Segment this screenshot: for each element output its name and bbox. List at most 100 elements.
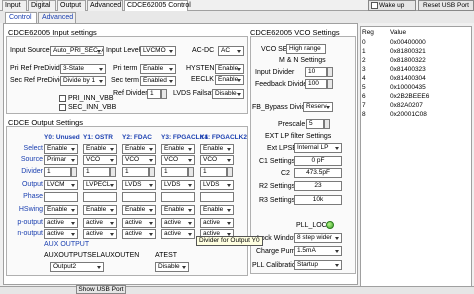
- lock-window-select[interactable]: 8 step wider: [294, 233, 342, 243]
- output-output-control[interactable]: LVDS: [161, 180, 195, 190]
- output-row-label: Divider: [21, 168, 43, 175]
- ref-divider-field[interactable]: 1: [147, 89, 161, 99]
- reset-usb-port-button[interactable]: Reset USB Port: [418, 0, 474, 11]
- output-p-output-control[interactable]: active: [200, 218, 234, 228]
- output-divider-control[interactable]: 1: [161, 167, 188, 177]
- output-hswing-control[interactable]: Enable: [161, 205, 195, 215]
- output-divider-control[interactable]: 1: [200, 167, 227, 177]
- pri-inn-vbb-checkbox[interactable]: [59, 95, 66, 102]
- output-p-output-control[interactable]: active: [122, 218, 156, 228]
- output-phase-control[interactable]: [83, 192, 117, 202]
- tab-input[interactable]: Input: [2, 0, 27, 11]
- r2-settings-field[interactable]: 23: [294, 181, 342, 191]
- output-divider-spinner[interactable]: [110, 167, 116, 177]
- output-p-output-control[interactable]: active: [83, 218, 117, 228]
- register-row[interactable]: 3 0x81400323: [362, 65, 434, 74]
- output-source-control[interactable]: VCO: [161, 155, 195, 165]
- register-row[interactable]: 7 0x82A0207: [362, 101, 434, 110]
- output-output-control[interactable]: LVPECL: [83, 180, 117, 190]
- c1-settings-field[interactable]: 0 pF: [294, 156, 342, 166]
- feedback-divider-spinner[interactable]: [327, 79, 333, 89]
- pri-term-select[interactable]: Enable: [140, 64, 176, 74]
- output-hswing-control[interactable]: Enable: [200, 205, 234, 215]
- output-p-output-control[interactable]: active: [44, 218, 78, 228]
- vco-sel-field[interactable]: High range: [286, 44, 326, 54]
- input-source-select[interactable]: Auto_PRI_SEC_AU: [50, 46, 104, 56]
- input-level-select[interactable]: LVCMO: [140, 46, 176, 56]
- output-hswing-control[interactable]: Enable: [83, 205, 117, 215]
- charge-pump-label: Charge Pump: [256, 248, 300, 255]
- acdc-select[interactable]: AC: [218, 46, 244, 56]
- output-phase-control[interactable]: [200, 192, 234, 202]
- output-select-control[interactable]: Enable: [200, 144, 234, 154]
- register-row[interactable]: 1 0x81800321: [362, 47, 434, 56]
- charge-pump-select[interactable]: 1.5mA: [294, 246, 342, 256]
- r3-settings-field[interactable]: 10k: [294, 195, 342, 205]
- register-row[interactable]: 8 0x20001C08: [362, 110, 434, 119]
- output-output-control[interactable]: LVDS: [200, 180, 234, 190]
- output-divider-spinner[interactable]: [188, 167, 194, 177]
- output-hswing-control[interactable]: Enable: [122, 205, 156, 215]
- output-output-control[interactable]: LVDS: [122, 180, 156, 190]
- output-n-output-control[interactable]: active: [83, 229, 117, 239]
- output-divider-spinner[interactable]: [71, 167, 77, 177]
- output-output-control[interactable]: LVCM: [44, 180, 78, 190]
- atest-select[interactable]: Disable: [155, 262, 189, 272]
- output-divider-spinner[interactable]: [149, 167, 155, 177]
- output-source-control[interactable]: VCO: [200, 155, 234, 165]
- output-n-output-control[interactable]: active: [122, 229, 156, 239]
- register-row[interactable]: 6 0x2B2BEEE6: [362, 92, 434, 101]
- sec-term-select[interactable]: Enabled: [140, 76, 176, 86]
- output-hswing-control[interactable]: Enable: [44, 205, 78, 215]
- register-row[interactable]: 2 0x81800322: [362, 56, 434, 65]
- lvds-failsafe-select[interactable]: Disable: [212, 89, 244, 99]
- wake-up-checkbox[interactable]: [371, 2, 378, 9]
- output-select-control[interactable]: Enable: [44, 144, 78, 154]
- fb-bypass-divider-select[interactable]: Reserv: [303, 102, 333, 112]
- tab-advanced[interactable]: Advanced: [87, 0, 123, 11]
- tab-cdce62005-control[interactable]: CDCE62005 Control: [124, 0, 191, 11]
- subtab-advanced[interactable]: Advanced: [38, 12, 76, 23]
- output-source-control[interactable]: VCO: [83, 155, 117, 165]
- eeclk-select[interactable]: Enable: [215, 75, 244, 85]
- sec-inn-vbb-checkbox[interactable]: [59, 104, 66, 111]
- output-divider-spinner[interactable]: [227, 167, 233, 177]
- feedback-divider-field[interactable]: 100: [305, 79, 327, 89]
- sec-ref-prediv-select[interactable]: Divide by 1: [60, 76, 106, 86]
- output-n-output-control[interactable]: active: [44, 229, 78, 239]
- output-n-output-control[interactable]: active: [161, 229, 195, 239]
- register-row[interactable]: 0 0x00400000: [362, 38, 434, 47]
- show-usb-port-button[interactable]: Show USB Port: [76, 285, 126, 294]
- ext-lpsel-select[interactable]: Internal LP: [294, 143, 342, 153]
- register-row[interactable]: 4 0x81400304: [362, 74, 434, 83]
- wake-up-button[interactable]: Wake up: [368, 0, 416, 11]
- tab-output[interactable]: Output: [57, 0, 86, 11]
- output-source-control[interactable]: Primar: [44, 155, 78, 165]
- tab-digital[interactable]: Digital: [28, 0, 56, 11]
- hysten-select[interactable]: Enable: [215, 64, 244, 74]
- output-select-control[interactable]: Enable: [122, 144, 156, 154]
- output-divider-control[interactable]: 1: [83, 167, 110, 177]
- output-phase-control[interactable]: [122, 192, 156, 202]
- subtab-control[interactable]: Control: [5, 12, 37, 23]
- c2-field[interactable]: 473.5pF: [294, 168, 342, 178]
- output-select-control[interactable]: Enable: [161, 144, 195, 154]
- output-p-output-control[interactable]: active: [161, 218, 195, 228]
- ref-divider-spinner[interactable]: [161, 89, 167, 99]
- output-divider-control[interactable]: 1: [44, 167, 71, 177]
- output-phase-control[interactable]: [44, 192, 78, 202]
- register-index: 4: [362, 75, 366, 82]
- prescale-field[interactable]: 5: [306, 119, 324, 129]
- input-divider-field[interactable]: 10: [305, 67, 327, 77]
- aux-output-select[interactable]: Output2: [50, 262, 104, 272]
- register-row[interactable]: 5 0x10000435: [362, 83, 434, 92]
- output-select-control[interactable]: Enable: [83, 144, 117, 154]
- prescale-spinner[interactable]: [324, 119, 330, 129]
- output-phase-control[interactable]: [161, 192, 195, 202]
- output-source-control[interactable]: VCO: [122, 155, 156, 165]
- input-divider-spinner[interactable]: [327, 67, 333, 77]
- pll-calibration-select[interactable]: Startup: [294, 260, 342, 270]
- pri-ref-prediv-select[interactable]: 3-State: [60, 64, 106, 74]
- output-divider-control[interactable]: 1: [122, 167, 149, 177]
- register-index: 7: [362, 102, 366, 109]
